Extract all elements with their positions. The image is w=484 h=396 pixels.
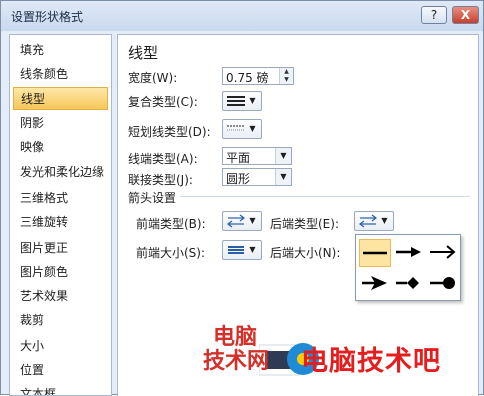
sidebar-item-reflection[interactable]: 映像 (13, 136, 108, 159)
sidebar-item-picture-corrections[interactable]: 图片更正 (13, 237, 108, 260)
chevron-down-icon[interactable]: ▼ (275, 169, 291, 185)
arrow-type-icon (227, 214, 245, 228)
open-arrow-right-icon (430, 245, 456, 259)
sidebar-item-line-style[interactable]: 线型 (13, 87, 108, 110)
watermark: 电脑 技术网 电脑技术吧 (201, 319, 484, 396)
sidebar-item-artistic-effects[interactable]: 艺术效果 (13, 285, 108, 308)
cap-type-select[interactable]: 平面 ▼ (222, 147, 292, 165)
chevron-down-icon: ▼ (249, 216, 256, 225)
width-value[interactable]: 0.75 磅 (226, 69, 269, 86)
watermark-text: 电脑技术吧 (301, 346, 441, 377)
dialog-title: 设置形状格式 (11, 10, 84, 24)
section-divider (180, 196, 470, 197)
category-list: 填充 线条颜色 线型 阴影 映像 发光和柔化边缘 三维格式 三维旋转 图片更正 … (9, 34, 112, 396)
cap-type-value: 平面 (226, 151, 251, 165)
width-label: 宽度(W): (128, 71, 178, 85)
panel-heading: 线型 (128, 44, 159, 62)
join-type-select[interactable]: 圆形 ▼ (222, 168, 292, 186)
arrow-type-icon (359, 214, 377, 228)
end-type-label: 后端类型(E): (270, 217, 339, 231)
chevron-down-icon: ▼ (249, 96, 256, 105)
end-type-dropdown[interactable]: ▼ (354, 211, 394, 231)
watermark-small-bottom: 技术网 (203, 349, 270, 374)
sidebar-item-picture-color[interactable]: 图片颜色 (13, 261, 108, 284)
dash-type-dropdown[interactable]: ▼ (222, 119, 262, 139)
arrow-size-option[interactable] (427, 239, 459, 267)
width-spinner[interactable]: 0.75 磅 ▲ ▼ (222, 67, 294, 85)
diamond-arrow-icon (396, 277, 419, 289)
arrow-size-option[interactable] (393, 270, 425, 298)
compound-lines-icon (227, 96, 245, 106)
arrow-settings-label: 箭头设置 (128, 191, 177, 205)
cap-type-label: 线端类型(A): (128, 152, 198, 166)
stealth-arrow-right-icon (362, 276, 387, 290)
begin-type-label: 前端类型(B): (136, 217, 206, 231)
sidebar-item-text-box[interactable]: 文本框 (13, 383, 108, 395)
sidebar-item-3d-format[interactable]: 三维格式 (13, 187, 108, 210)
end-size-label: 后端大小(N): (270, 246, 341, 260)
arrow-size-gallery (355, 234, 461, 301)
begin-type-dropdown[interactable]: ▼ (222, 211, 262, 231)
line-icon (363, 251, 387, 255)
spin-up-icon[interactable]: ▲ (280, 68, 293, 76)
chevron-down-icon: ▼ (381, 216, 388, 225)
arrow-size-option[interactable] (393, 239, 425, 267)
spin-down-icon[interactable]: ▼ (280, 76, 293, 84)
arrow-size-option-selected[interactable] (359, 239, 391, 267)
join-type-label: 联接类型(J): (128, 173, 193, 187)
arrow-size-option[interactable] (359, 270, 391, 298)
arrow-size-option[interactable] (427, 270, 459, 298)
chevron-down-icon: ▼ (249, 245, 256, 254)
oval-arrow-icon (430, 277, 455, 289)
sidebar-item-glow-soft-edges[interactable]: 发光和柔化边缘 (13, 161, 108, 184)
sidebar-item-position[interactable]: 位置 (13, 359, 108, 382)
sidebar-item-line-color[interactable]: 线条颜色 (13, 63, 108, 86)
join-type-value: 圆形 (226, 172, 251, 186)
sidebar-item-shadow[interactable]: 阴影 (13, 112, 108, 135)
chevron-down-icon[interactable]: ▼ (275, 148, 291, 164)
sidebar-item-fill[interactable]: 填充 (13, 39, 108, 62)
dash-type-label: 短划线类型(D): (128, 125, 211, 139)
sidebar-item-crop[interactable]: 裁剪 (13, 309, 108, 332)
arrow-right-icon (396, 247, 421, 257)
chevron-down-icon: ▼ (249, 124, 256, 133)
close-button[interactable]: X (452, 6, 479, 24)
compound-type-label: 复合类型(C): (128, 95, 198, 109)
help-button[interactable]: ? (421, 6, 447, 24)
begin-size-label: 前端大小(S): (136, 246, 206, 260)
format-shape-dialog: 设置形状格式 ? X 填充 线条颜色 线型 阴影 映像 发光和柔化边缘 三维格式… (0, 0, 484, 396)
sidebar-item-3d-rotation[interactable]: 三维旋转 (13, 211, 108, 234)
width-spinner-buttons: ▲ ▼ (279, 68, 293, 84)
arrow-size-icon (228, 246, 244, 254)
begin-size-dropdown[interactable]: ▼ (222, 240, 262, 260)
title-bar: 设置形状格式 ? X (1, 1, 483, 31)
sidebar-item-size[interactable]: 大小 (13, 335, 108, 358)
compound-type-dropdown[interactable]: ▼ (222, 91, 262, 111)
dash-lines-icon (227, 125, 245, 131)
